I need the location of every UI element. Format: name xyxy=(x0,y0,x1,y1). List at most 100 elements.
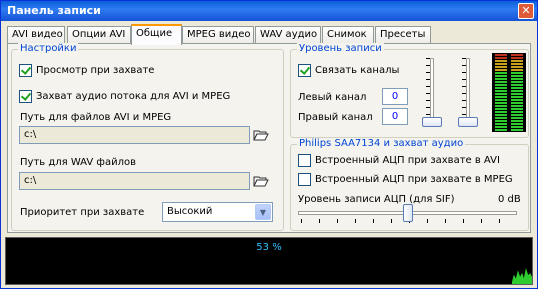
audio-stream-checkbox-box[interactable] xyxy=(19,90,32,103)
adc-avi-label: Встроенный АЦП при захвате в AVI xyxy=(315,155,500,166)
meter-segment xyxy=(495,69,507,71)
meter-segment xyxy=(511,96,523,98)
tab-avi-video[interactable]: AVI видео xyxy=(7,26,65,44)
meter-segment xyxy=(511,69,523,71)
meter-segment xyxy=(495,84,507,86)
meter-segment xyxy=(511,105,523,107)
close-button[interactable]: ✕ xyxy=(518,3,534,19)
wav-path-label: Путь для WAV файлов xyxy=(20,157,136,168)
meter-segment xyxy=(511,72,523,74)
meter-segment xyxy=(511,102,523,104)
preview-checkbox-label: Просмотр при захвате xyxy=(36,65,155,76)
meter-segment xyxy=(511,84,523,86)
meter-segment xyxy=(511,57,523,59)
meter-segment xyxy=(495,105,507,107)
folder-open-icon[interactable] xyxy=(253,174,269,188)
adc-mpeg-label: Встроенный АЦП при захвате в MPEG xyxy=(315,174,513,185)
left-channel-label: Левый канал xyxy=(298,92,367,103)
adc-avi-checkbox-box[interactable] xyxy=(298,154,311,167)
right-level-slider-thumb[interactable] xyxy=(458,117,478,127)
link-channels-label: Связать каналы xyxy=(315,65,400,76)
meter-segment xyxy=(511,66,523,68)
meter-segment xyxy=(495,66,507,68)
window-title: Панель записи xyxy=(7,4,101,17)
meter-segment xyxy=(495,129,507,131)
avi-path-label: Путь для файлов AVI и MPEG xyxy=(20,112,172,123)
chevron-down-icon[interactable]: ▼ xyxy=(255,204,271,220)
meter-segment xyxy=(495,117,507,119)
record-level-legend: Уровень записи xyxy=(297,43,384,54)
avi-path-field[interactable]: c:\ xyxy=(19,126,250,144)
meter-segment xyxy=(511,99,523,101)
tab-presets[interactable]: Пресеты xyxy=(375,26,431,44)
meter-segment xyxy=(511,123,523,125)
adc-avi-checkbox[interactable]: Встроенный АЦП при захвате в AVI xyxy=(298,154,500,167)
audio-stream-checkbox[interactable]: Захват аудио потока для AVI и MPEG xyxy=(19,90,230,103)
activity-graph xyxy=(512,268,532,284)
left-level-slider-track[interactable] xyxy=(430,58,434,126)
left-level-slider-thumb[interactable] xyxy=(422,117,442,127)
meter-segment xyxy=(495,123,507,125)
audio-stream-checkbox-label: Захват аудио потока для AVI и MPEG xyxy=(36,91,231,102)
meter-segment xyxy=(511,81,523,83)
meter-segment xyxy=(495,60,507,62)
tab-general[interactable]: Общие xyxy=(131,24,182,45)
preview-checkbox-box[interactable] xyxy=(19,64,32,77)
meter-segment xyxy=(495,78,507,80)
left-slider-ticks xyxy=(426,58,430,126)
preview-checkbox[interactable]: Просмотр при захвате xyxy=(19,64,154,77)
meter-segment xyxy=(495,114,507,116)
capture-status-bar: 53 % xyxy=(5,237,533,285)
link-channels-checkbox[interactable]: Связать каналы xyxy=(298,64,399,77)
recording-panel-window: Панель записи ✕ AVI видео Опции AVI Общи… xyxy=(0,0,538,289)
tab-avi-options[interactable]: Опции AVI xyxy=(67,26,131,44)
tab-mpeg-video[interactable]: MPEG видео xyxy=(182,26,254,44)
meter-segment xyxy=(495,72,507,74)
meter-segment xyxy=(495,126,507,128)
meter-segment xyxy=(511,126,523,128)
adc-mpeg-checkbox[interactable]: Встроенный АЦП при захвате в MPEG xyxy=(298,173,513,186)
title-bar[interactable]: Панель записи ✕ xyxy=(1,1,537,21)
meter-segment xyxy=(511,75,523,77)
adc-level-slider-thumb[interactable] xyxy=(403,204,413,222)
meter-segment xyxy=(511,129,523,131)
meter-segment xyxy=(511,78,523,80)
meter-segment xyxy=(495,75,507,77)
meter-segment xyxy=(495,93,507,95)
right-level-slider-track[interactable] xyxy=(466,58,470,126)
adc-mpeg-checkbox-box[interactable] xyxy=(298,173,311,186)
right-slider-ticks xyxy=(462,58,466,126)
meter-segment xyxy=(495,108,507,110)
level-meter-bars xyxy=(495,54,523,131)
priority-label: Приоритет при захвате xyxy=(20,207,145,218)
adc-level-label: Уровень записи АЦП (для SIF) xyxy=(298,194,455,205)
folder-open-icon[interactable] xyxy=(253,128,269,142)
meter-segment xyxy=(511,108,523,110)
meter-segment xyxy=(511,60,523,62)
meter-segment xyxy=(511,117,523,119)
right-channel-value[interactable]: 0 xyxy=(382,108,408,125)
meter-segment xyxy=(495,96,507,98)
priority-select[interactable]: Высокий ▼ xyxy=(162,202,273,222)
tab-snapshot[interactable]: Снимок xyxy=(322,26,374,44)
meter-segment xyxy=(511,111,523,113)
meter-segment xyxy=(495,90,507,92)
left-channel-value[interactable]: 0 xyxy=(382,88,408,105)
meter-segment xyxy=(495,63,507,65)
tab-wav-audio[interactable]: WAV аудио xyxy=(255,26,321,44)
priority-select-value: Высокий xyxy=(167,206,213,217)
right-channel-label: Правый канал xyxy=(298,112,373,123)
meter-segment xyxy=(511,90,523,92)
progress-text: 53 % xyxy=(256,242,282,253)
meter-segment xyxy=(511,120,523,122)
meter-segment xyxy=(495,102,507,104)
settings-legend: Настройки xyxy=(18,43,79,54)
wav-path-field[interactable]: c:\ xyxy=(19,172,250,190)
meter-segment xyxy=(495,54,507,56)
meter-segment xyxy=(495,57,507,59)
philips-legend: Philips SAA7134 и захват аудио xyxy=(297,138,466,149)
meter-segment xyxy=(495,81,507,83)
level-meter xyxy=(492,53,526,132)
meter-segment xyxy=(495,99,507,101)
link-channels-checkbox-box[interactable] xyxy=(298,64,311,77)
